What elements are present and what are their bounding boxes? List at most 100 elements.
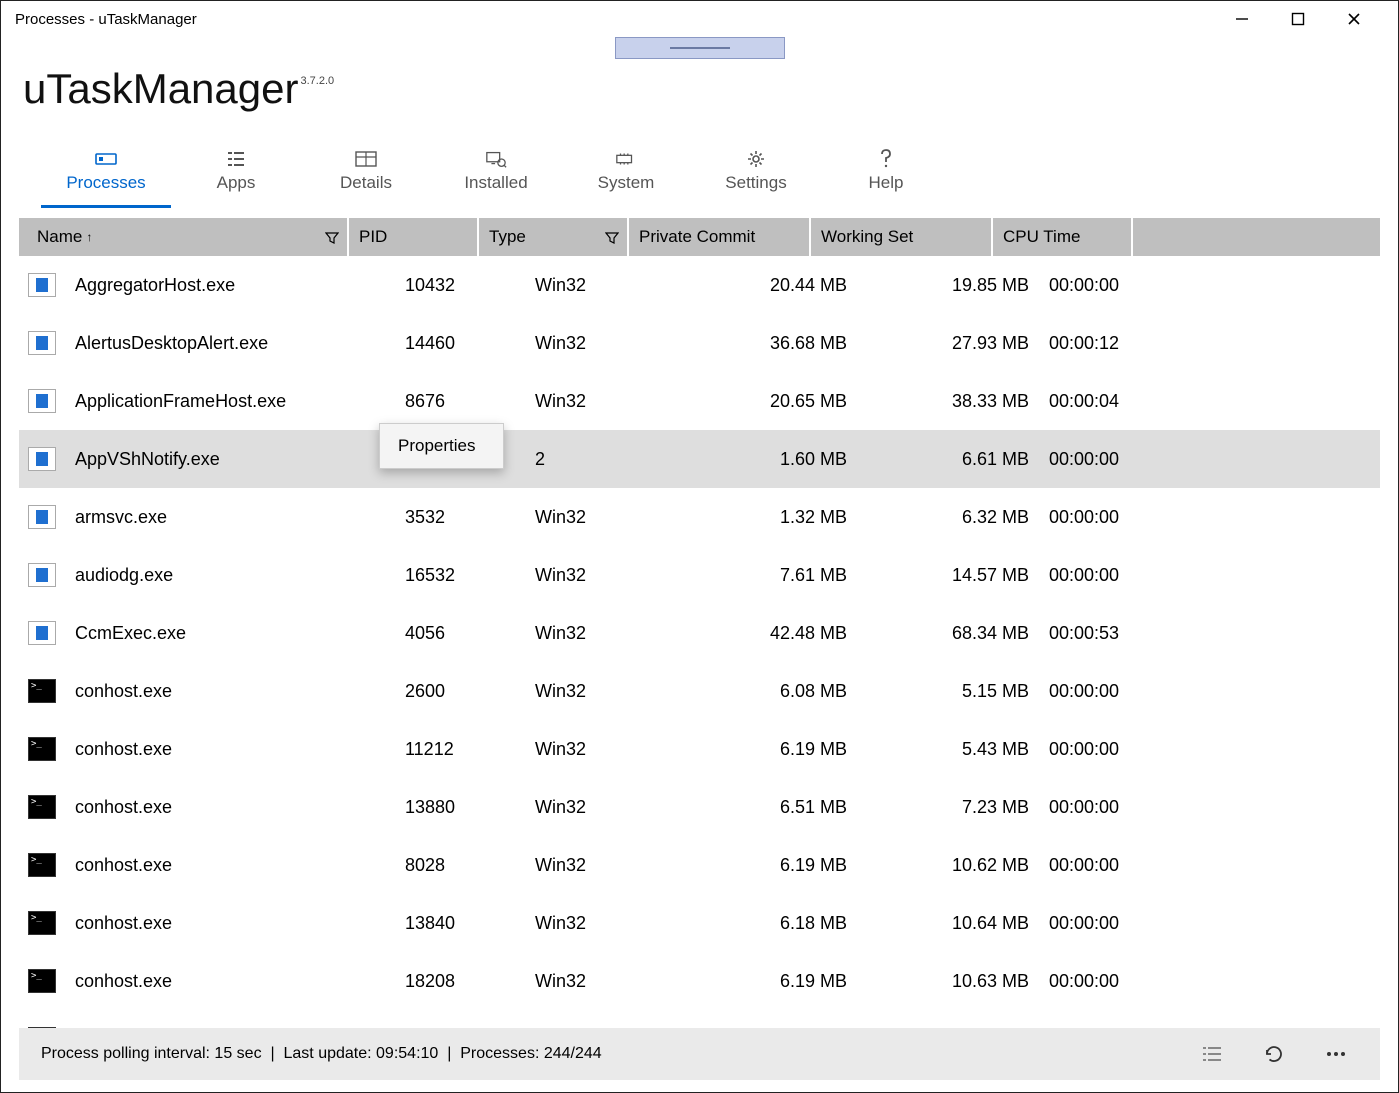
app-title: uTaskManager 3.7.2.0 xyxy=(23,65,1376,113)
titlebar[interactable]: Processes - uTaskManager xyxy=(1,1,1398,37)
process-private-commit: 1.32 MB xyxy=(675,507,857,528)
tab-settings[interactable]: Settings xyxy=(691,143,821,208)
process-working-set: 6.32 MB xyxy=(857,507,1039,528)
process-cpu-time: 00:00:12 xyxy=(1039,333,1179,354)
process-private-commit: 42.48 MB xyxy=(675,623,857,644)
process-private-commit: 6.51 MB xyxy=(675,797,857,818)
process-pid: 2600 xyxy=(395,681,525,702)
process-name: ApplicationFrameHost.exe xyxy=(65,391,395,412)
process-private-commit: 6.19 MB xyxy=(675,739,857,760)
tab-help[interactable]: Help xyxy=(821,143,951,208)
process-icon xyxy=(19,911,65,935)
context-menu: Properties xyxy=(379,423,504,469)
process-name: AggregatorHost.exe xyxy=(65,275,395,296)
process-working-set: 6.61 MB xyxy=(857,449,1039,470)
table-row[interactable]: AggregatorHost.exe10432Win3220.44 MB19.8… xyxy=(19,256,1380,314)
table-row[interactable]: CcmExec.exe4056Win3242.48 MB68.34 MB00:0… xyxy=(19,604,1380,662)
process-working-set: 27.93 MB xyxy=(857,333,1039,354)
process-pid: 3532 xyxy=(395,507,525,528)
process-type: Win32 xyxy=(525,565,675,586)
tab-processes[interactable]: Processes xyxy=(41,143,171,208)
process-type: Win32 xyxy=(525,913,675,934)
col-header-cpu-time[interactable]: CPU Time xyxy=(993,218,1133,256)
list-view-icon[interactable] xyxy=(1190,1036,1234,1072)
table-row[interactable]: ApplicationFrameHost.exe8676Win3220.65 M… xyxy=(19,372,1380,430)
filter-icon[interactable] xyxy=(325,230,339,244)
tab-label: System xyxy=(598,173,655,193)
process-icon xyxy=(19,505,65,529)
filter-icon[interactable] xyxy=(605,230,619,244)
col-header-pid[interactable]: PID xyxy=(349,218,479,256)
process-type: Win32 xyxy=(525,855,675,876)
process-working-set: 5.43 MB xyxy=(857,739,1039,760)
table-row[interactable]: conhost.exe8968Win326.18 MB10.63 MB00:00… xyxy=(19,1010,1380,1028)
tab-label: Details xyxy=(340,173,392,193)
process-type: Win32 xyxy=(525,623,675,644)
table-row[interactable]: conhost.exe8028Win326.19 MB10.62 MB00:00… xyxy=(19,836,1380,894)
table-row[interactable]: conhost.exe13840Win326.18 MB10.64 MB00:0… xyxy=(19,894,1380,952)
process-icon xyxy=(19,621,65,645)
col-header-type[interactable]: Type xyxy=(479,218,629,256)
tab-installed[interactable]: Installed xyxy=(431,143,561,208)
grid-header: Name ↑ PID Type Private Commit Working S… xyxy=(19,218,1380,256)
process-pid: 13880 xyxy=(395,797,525,818)
process-name: conhost.exe xyxy=(65,681,395,702)
table-row[interactable]: AlertusDesktopAlert.exe14460Win3236.68 M… xyxy=(19,314,1380,372)
process-name: AppVShNotify.exe xyxy=(65,449,395,470)
col-header-private-commit[interactable]: Private Commit xyxy=(629,218,811,256)
process-name: audiodg.exe xyxy=(65,565,395,586)
col-header-spacer xyxy=(1133,218,1380,256)
process-private-commit: 1.60 MB xyxy=(675,449,857,470)
maximize-button[interactable] xyxy=(1280,1,1316,37)
tab-system[interactable]: System xyxy=(561,143,691,208)
process-working-set: 10.63 MB xyxy=(857,971,1039,992)
minimize-button[interactable] xyxy=(1224,1,1260,37)
tab-label: Installed xyxy=(464,173,527,193)
col-header-working-set[interactable]: Working Set xyxy=(811,218,993,256)
process-name: CcmExec.exe xyxy=(65,623,395,644)
table-row[interactable]: audiodg.exe16532Win327.61 MB14.57 MB00:0… xyxy=(19,546,1380,604)
process-cpu-time: 00:00:00 xyxy=(1039,855,1179,876)
process-icon xyxy=(19,447,65,471)
gear-icon xyxy=(745,149,767,169)
process-type: Win32 xyxy=(525,739,675,760)
process-icon xyxy=(19,679,65,703)
tab-apps[interactable]: Apps xyxy=(171,143,301,208)
grid-body[interactable]: AggregatorHost.exe10432Win3220.44 MB19.8… xyxy=(19,256,1380,1028)
process-type: Win32 xyxy=(525,797,675,818)
tab-details[interactable]: Details xyxy=(301,143,431,208)
process-icon xyxy=(19,737,65,761)
table-row[interactable]: conhost.exe2600Win326.08 MB5.15 MB00:00:… xyxy=(19,662,1380,720)
process-pid: 8676 xyxy=(395,391,525,412)
drag-handle[interactable] xyxy=(615,37,785,59)
context-menu-properties[interactable]: Properties xyxy=(380,424,503,468)
table-row[interactable]: conhost.exe13880Win326.51 MB7.23 MB00:00… xyxy=(19,778,1380,836)
more-icon[interactable] xyxy=(1314,1036,1358,1072)
app-name: uTaskManager xyxy=(23,65,298,113)
process-icon xyxy=(19,853,65,877)
process-icon xyxy=(19,389,65,413)
table-row[interactable]: conhost.exe11212Win326.19 MB5.43 MB00:00… xyxy=(19,720,1380,778)
process-working-set: 7.23 MB xyxy=(857,797,1039,818)
process-pid: 18208 xyxy=(395,971,525,992)
process-type: Win32 xyxy=(525,333,675,354)
app-window: Processes - uTaskManager uTaskManager 3.… xyxy=(0,0,1399,1093)
process-name: conhost.exe xyxy=(65,971,395,992)
process-type: Win32 xyxy=(525,275,675,296)
process-working-set: 19.85 MB xyxy=(857,275,1039,296)
process-icon xyxy=(19,1027,65,1028)
tab-label: Apps xyxy=(217,173,256,193)
statusbar: Process polling interval: 15 sec | Last … xyxy=(19,1028,1380,1080)
process-icon xyxy=(19,969,65,993)
table-row[interactable]: armsvc.exe3532Win321.32 MB6.32 MB00:00:0… xyxy=(19,488,1380,546)
process-icon xyxy=(19,563,65,587)
process-cpu-time: 00:00:53 xyxy=(1039,623,1179,644)
table-row[interactable]: AppVShNotify.exe2521.60 MB6.61 MB00:00:0… xyxy=(19,430,1380,488)
refresh-icon[interactable] xyxy=(1252,1036,1296,1072)
close-button[interactable] xyxy=(1336,1,1372,37)
process-pid: 13840 xyxy=(395,913,525,934)
process-cpu-time: 00:00:00 xyxy=(1039,913,1179,934)
table-row[interactable]: conhost.exe18208Win326.19 MB10.63 MB00:0… xyxy=(19,952,1380,1010)
col-header-name[interactable]: Name ↑ xyxy=(19,218,349,256)
process-pid: 10432 xyxy=(395,275,525,296)
